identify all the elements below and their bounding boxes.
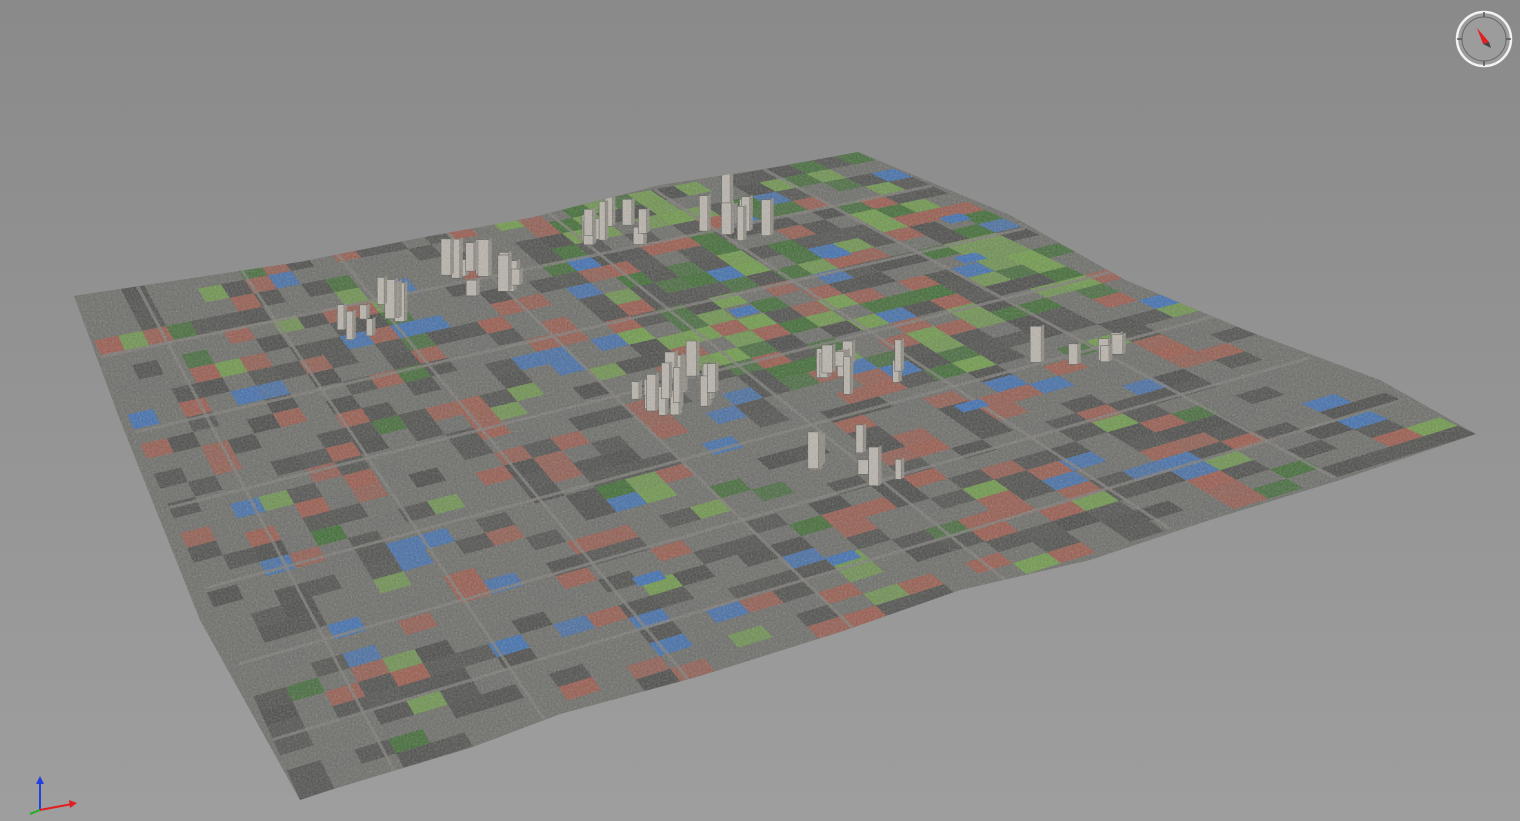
- compass-icon[interactable]: [1453, 8, 1515, 70]
- axis-y-line: [29, 809, 41, 815]
- scene-canvas[interactable]: [0, 0, 1520, 821]
- axis-triad-icon: [29, 776, 77, 815]
- axis-x-line: [39, 803, 73, 811]
- axis-z-arrow: [36, 776, 44, 784]
- axis-x-arrow: [69, 800, 77, 808]
- 3d-viewport[interactable]: [0, 0, 1520, 821]
